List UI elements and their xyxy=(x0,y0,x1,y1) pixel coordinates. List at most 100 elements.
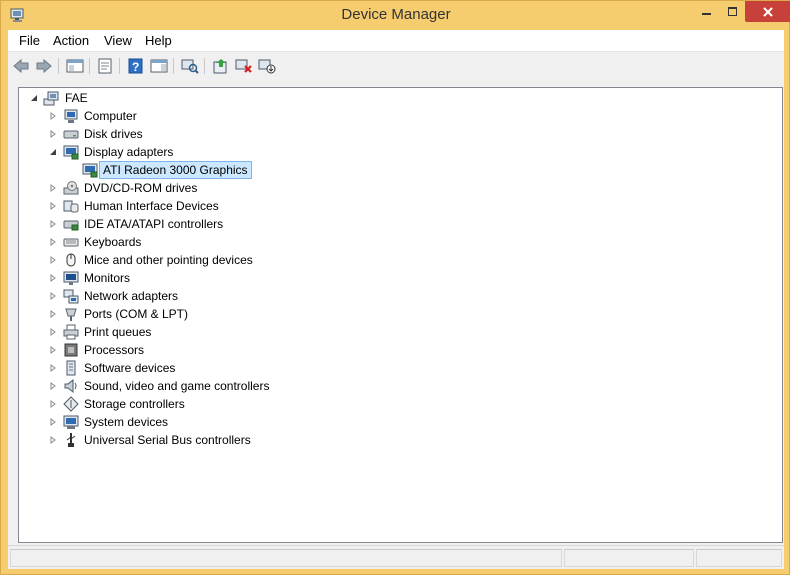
uninstall-device-button[interactable] xyxy=(233,56,255,76)
tree-category[interactable]: IDE ATA/ATAPI controllers xyxy=(19,215,779,233)
tree-category[interactable]: System devices xyxy=(19,413,779,431)
action-pane-button[interactable] xyxy=(148,56,170,76)
uninstall-device-icon xyxy=(235,59,252,73)
show-hide-console-tree-button[interactable] xyxy=(64,56,86,76)
tree-category[interactable]: DVD/CD-ROM drives xyxy=(19,179,779,197)
help-button[interactable]: ? xyxy=(125,56,147,76)
update-driver-button[interactable] xyxy=(210,56,232,76)
expander-closed-icon[interactable] xyxy=(48,309,58,319)
expander-open-icon[interactable] xyxy=(29,93,39,103)
monitor-icon xyxy=(63,270,79,286)
tree-category-label: Processors xyxy=(84,343,145,357)
scan-hardware-button[interactable] xyxy=(179,56,201,76)
tree-category[interactable]: Print queues xyxy=(19,323,779,341)
title-bar[interactable]: Device Manager xyxy=(1,1,790,30)
hid-icon xyxy=(63,198,79,214)
expander-closed-icon[interactable] xyxy=(48,399,58,409)
expander-closed-icon[interactable] xyxy=(48,381,58,391)
expander-closed-icon[interactable] xyxy=(48,363,58,373)
minimize-button[interactable] xyxy=(694,1,720,22)
tree-category[interactable]: Keyboards xyxy=(19,233,779,251)
toolbar-separator xyxy=(89,58,90,74)
status-segment xyxy=(564,549,694,567)
menu-file[interactable]: File xyxy=(19,33,40,48)
disable-device-icon xyxy=(258,59,276,74)
speaker-icon xyxy=(63,378,79,394)
tree-category[interactable]: Ports (COM & LPT) xyxy=(19,305,779,323)
usb-icon xyxy=(63,432,79,448)
device-manager-window: Device Manager File Action View Help ? F… xyxy=(0,0,790,575)
properties-icon xyxy=(98,58,112,74)
minimize-icon xyxy=(702,12,711,15)
back-icon xyxy=(13,58,29,74)
tree-category[interactable]: Sound, video and game controllers xyxy=(19,377,779,395)
menu-action[interactable]: Action xyxy=(53,33,89,48)
tree-device-label: ATI Radeon 3000 Graphics xyxy=(99,161,252,179)
expander-closed-icon[interactable] xyxy=(48,255,58,265)
display-adapter-icon xyxy=(82,162,98,178)
expander-closed-icon[interactable] xyxy=(48,219,58,229)
processor-icon xyxy=(63,342,79,358)
expander-closed-icon[interactable] xyxy=(48,417,58,427)
dvd-drive-icon xyxy=(63,180,79,196)
tree-category[interactable]: Human Interface Devices xyxy=(19,197,779,215)
expander-closed-icon[interactable] xyxy=(48,273,58,283)
storage-controller-icon xyxy=(63,396,79,412)
tree-category-label: IDE ATA/ATAPI controllers xyxy=(84,217,224,231)
expander-closed-icon[interactable] xyxy=(48,435,58,445)
tree-category[interactable]: Disk drives xyxy=(19,125,779,143)
tree-category[interactable]: Universal Serial Bus controllers xyxy=(19,431,779,449)
tree-category-label: Disk drives xyxy=(84,127,143,141)
expander-closed-icon[interactable] xyxy=(48,237,58,247)
expander-closed-icon[interactable] xyxy=(48,129,58,139)
tree-category[interactable]: Software devices xyxy=(19,359,779,377)
tree-category[interactable]: Mice and other pointing devices xyxy=(19,251,779,269)
expander-closed-icon[interactable] xyxy=(48,183,58,193)
tree-category[interactable]: Monitors xyxy=(19,269,779,287)
tree-category-label: Sound, video and game controllers xyxy=(84,379,270,393)
disable-device-button[interactable] xyxy=(256,56,278,76)
expander-closed-icon[interactable] xyxy=(48,291,58,301)
close-icon xyxy=(762,6,773,17)
status-segment xyxy=(696,549,782,567)
tree-category[interactable]: Display adapters xyxy=(19,143,779,161)
disk-drive-icon xyxy=(63,126,79,142)
help-icon: ? xyxy=(128,58,143,74)
update-driver-icon xyxy=(213,59,227,74)
forward-button[interactable] xyxy=(33,56,55,76)
device-tree[interactable]: FAE Computer Disk drives Display adapters AT… xyxy=(18,87,783,543)
keyboard-icon xyxy=(63,234,79,250)
root-computer-icon xyxy=(43,90,59,106)
tree-category[interactable]: Network adapters xyxy=(19,287,779,305)
svg-text:?: ? xyxy=(132,60,139,74)
tree-category-label: Print queues xyxy=(84,325,152,339)
expander-closed-icon[interactable] xyxy=(48,201,58,211)
tree-device[interactable]: ATI Radeon 3000 Graphics xyxy=(19,161,779,179)
tree-category-label: Display adapters xyxy=(84,145,174,159)
system-device-icon xyxy=(63,414,79,430)
tree-category[interactable]: Storage controllers xyxy=(19,395,779,413)
ide-controller-icon xyxy=(63,216,79,232)
tree-category-label: Keyboards xyxy=(84,235,142,249)
expander-closed-icon[interactable] xyxy=(48,345,58,355)
tree-category-label: Software devices xyxy=(84,361,176,375)
menu-bar: File Action View Help xyxy=(8,30,784,52)
back-button[interactable] xyxy=(10,56,32,76)
computer-icon xyxy=(63,108,79,124)
properties-button[interactable] xyxy=(94,56,116,76)
toolbar-separator xyxy=(58,58,59,74)
tree-category-label: Universal Serial Bus controllers xyxy=(84,433,251,447)
close-button[interactable] xyxy=(745,1,790,22)
tree-category[interactable]: Processors xyxy=(19,341,779,359)
maximize-icon xyxy=(727,6,737,16)
tree-root[interactable]: FAE xyxy=(19,89,779,107)
expander-open-icon[interactable] xyxy=(48,147,58,157)
expander-closed-icon[interactable] xyxy=(48,111,58,121)
menu-help[interactable]: Help xyxy=(145,33,172,48)
tree-category[interactable]: Computer xyxy=(19,107,779,125)
toolbar-separator xyxy=(119,58,120,74)
port-icon xyxy=(63,306,79,322)
maximize-button[interactable] xyxy=(720,1,745,22)
expander-closed-icon[interactable] xyxy=(48,327,58,337)
menu-view[interactable]: View xyxy=(104,33,132,48)
